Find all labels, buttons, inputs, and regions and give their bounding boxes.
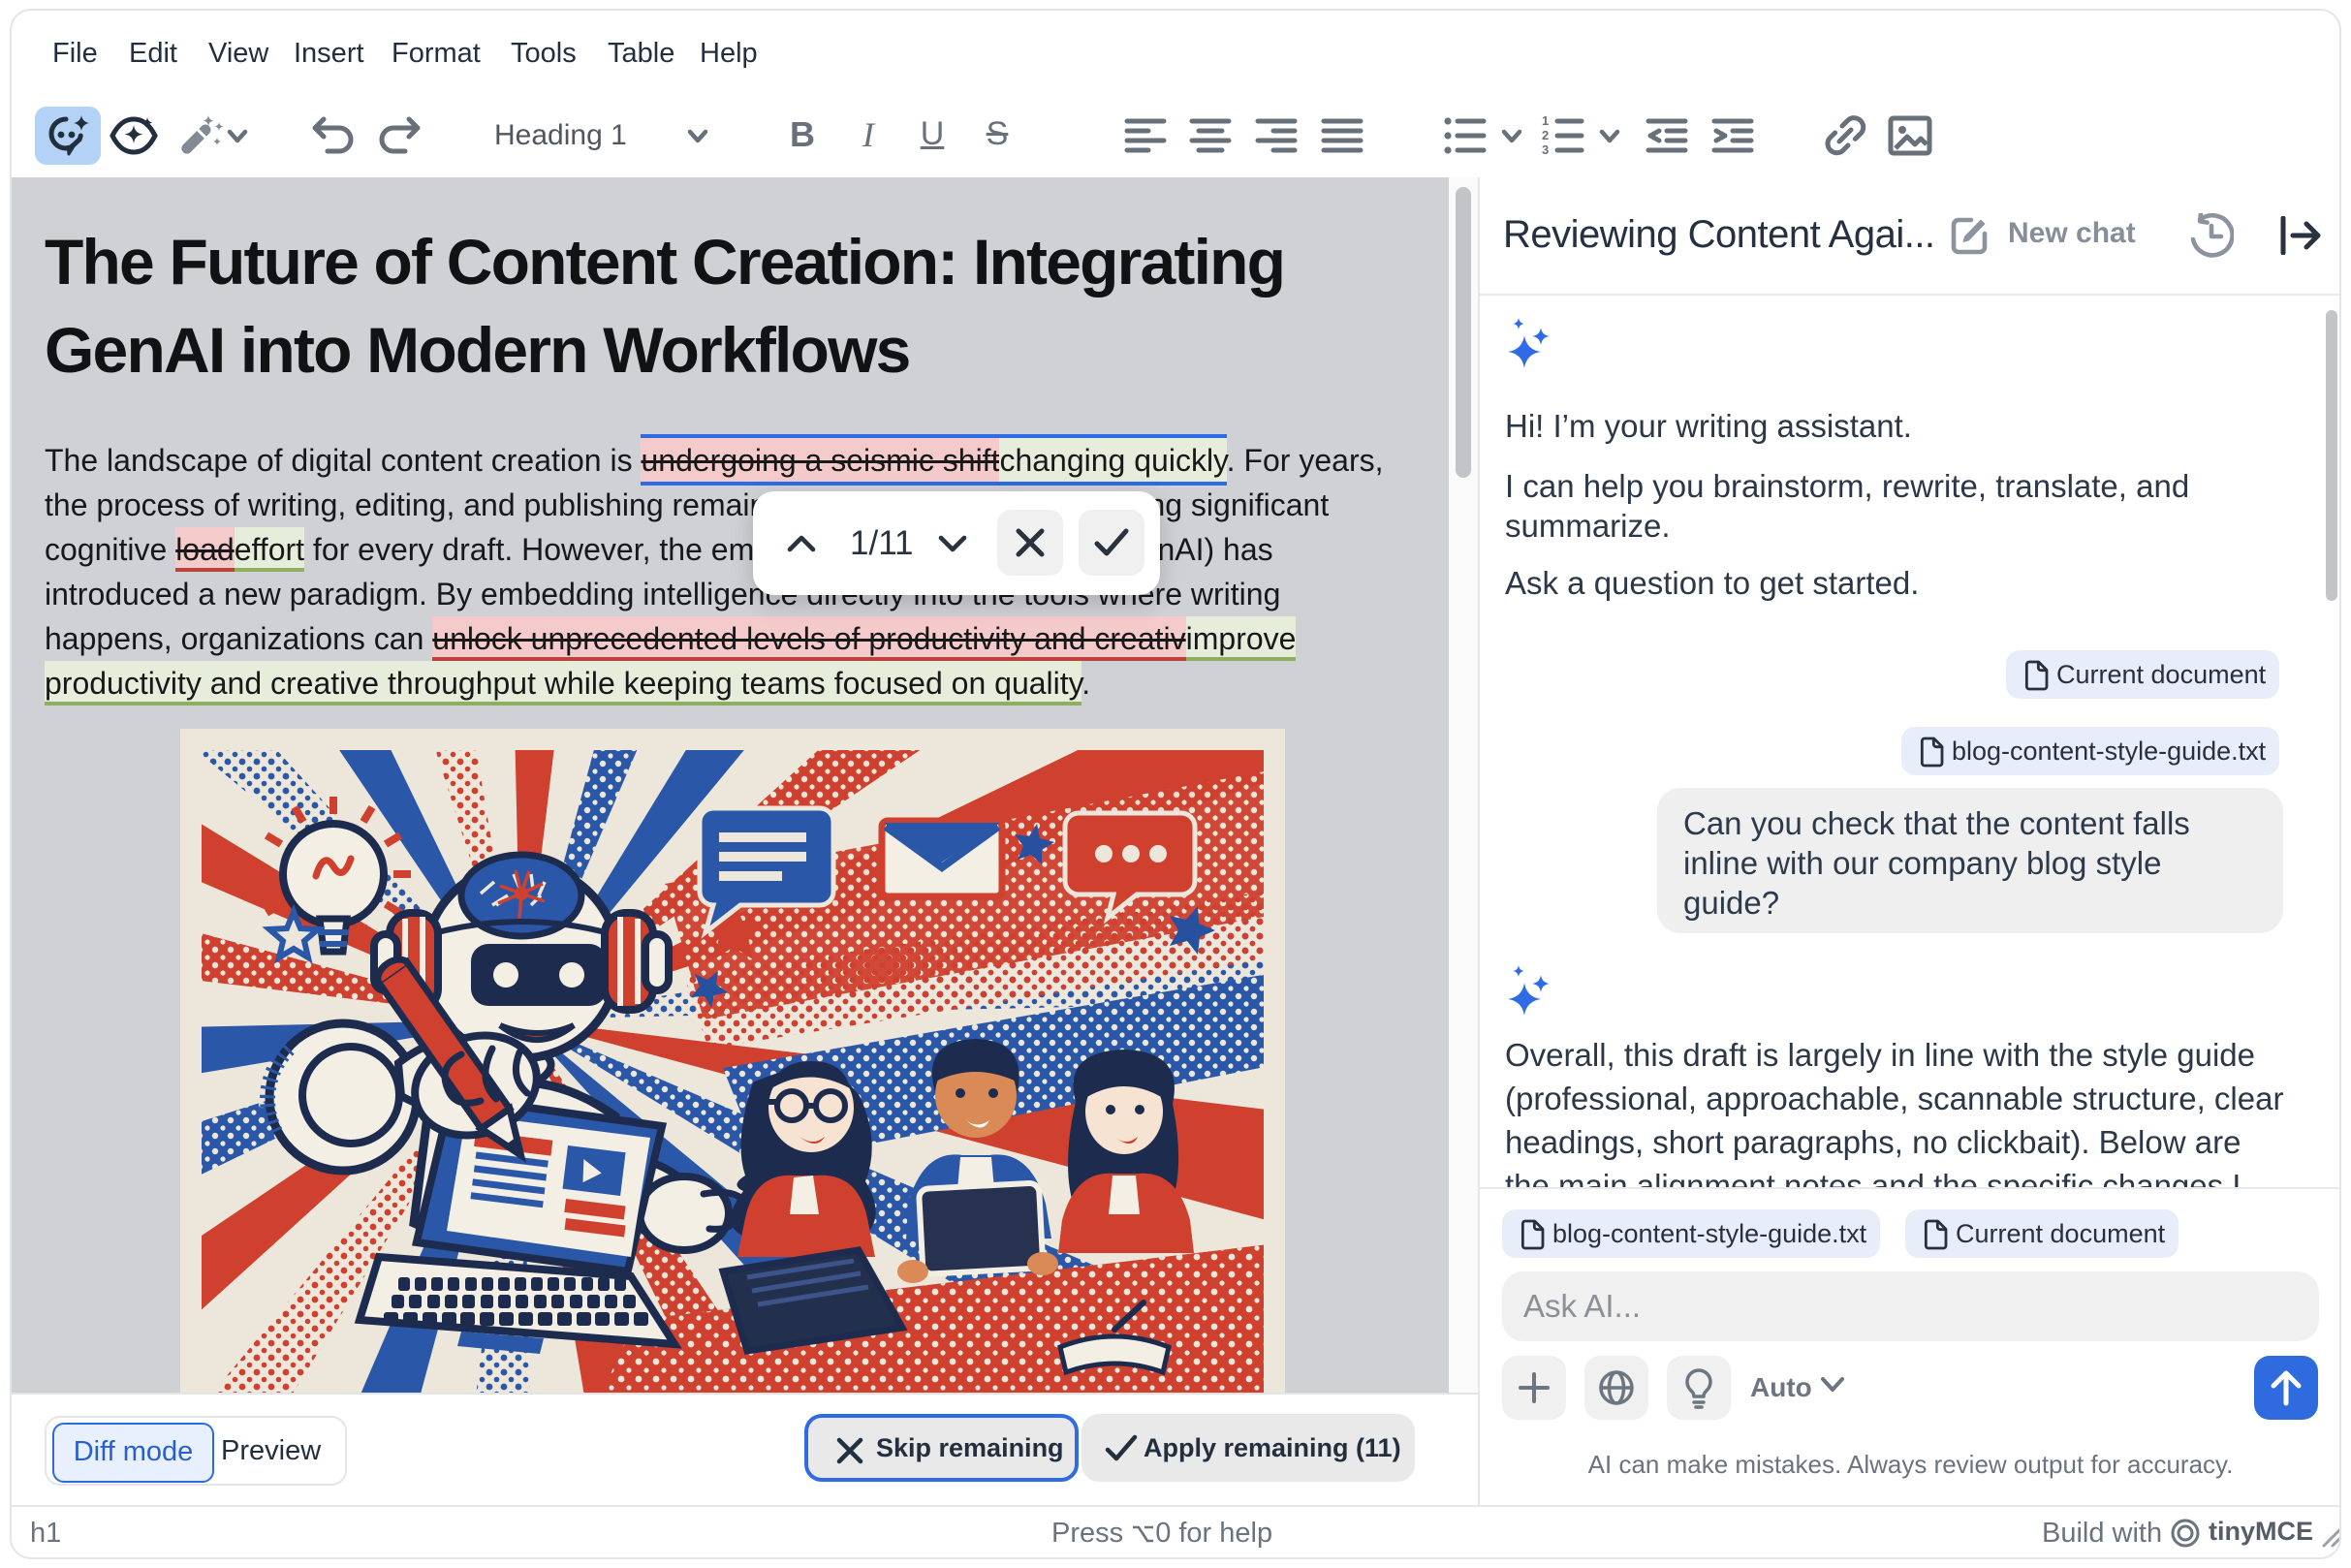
svg-text:3: 3 bbox=[1542, 142, 1549, 155]
svg-text:1: 1 bbox=[1542, 116, 1549, 128]
svg-text:2: 2 bbox=[1542, 128, 1549, 142]
